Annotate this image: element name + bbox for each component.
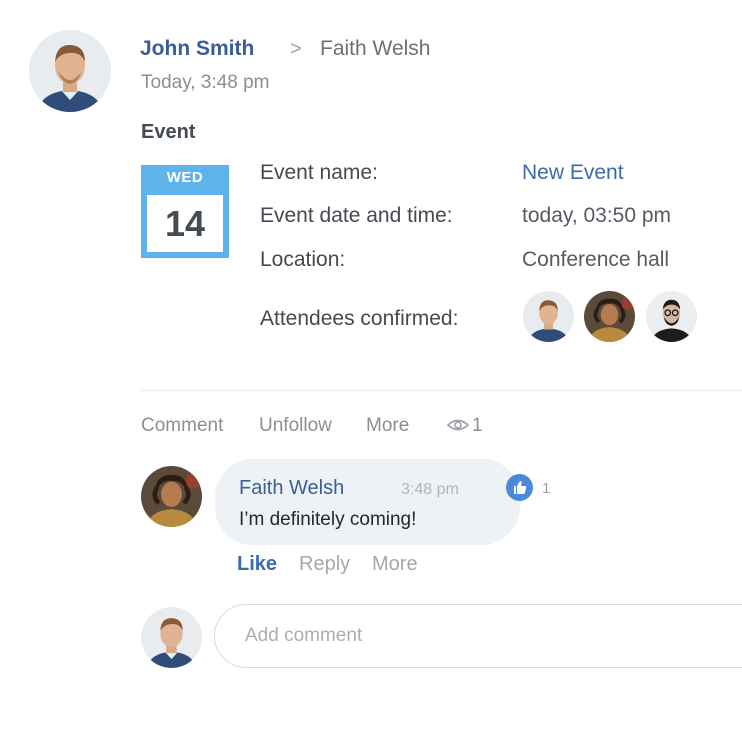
event-name-label: Event name: <box>260 161 378 184</box>
like-count: 1 <box>542 480 551 497</box>
author-avatar[interactable] <box>29 30 111 112</box>
add-comment-input[interactable] <box>214 604 742 668</box>
comment-time: 3:48 pm <box>401 481 459 498</box>
event-datetime-label: Event date and time: <box>260 204 453 227</box>
event-location-label: Location: <box>260 248 346 271</box>
attendees-label: Attendees confirmed: <box>260 307 459 330</box>
comment-more-button[interactable]: More <box>372 553 418 576</box>
more-button[interactable]: More <box>366 415 409 437</box>
thumbs-up-icon <box>506 474 533 501</box>
attendee-avatar[interactable] <box>523 291 574 342</box>
like-button[interactable]: Like <box>237 553 277 576</box>
attendee-avatar[interactable] <box>646 291 697 342</box>
views-count: 1 <box>472 415 483 436</box>
comment-author-link[interactable]: Faith Welsh <box>239 477 344 500</box>
post-time: Today, 3:48 pm <box>141 72 270 93</box>
attendee-avatar[interactable] <box>584 291 635 342</box>
chevron-right-icon: > <box>290 38 302 60</box>
post-type-title: Event <box>141 121 196 143</box>
event-name-link[interactable]: New Event <box>522 161 624 185</box>
current-user-avatar <box>141 607 202 668</box>
eye-icon <box>446 417 470 433</box>
calendar-weekday: WED <box>166 169 204 186</box>
post-author-link[interactable]: John Smith <box>140 37 254 61</box>
event-datetime-value: today, 03:50 pm <box>522 204 672 227</box>
comment-text: I’m definitely coming! <box>239 509 417 530</box>
unfollow-button[interactable]: Unfollow <box>259 415 332 437</box>
post-recipient[interactable]: Faith Welsh <box>320 37 431 61</box>
calendar-icon: WED 14 <box>141 165 229 258</box>
commenter-avatar[interactable] <box>141 466 202 527</box>
divider <box>141 390 742 391</box>
calendar-date: 14 <box>147 195 223 252</box>
comment-bubble <box>215 459 520 545</box>
event-location-value: Conference hall <box>522 248 670 271</box>
reply-button[interactable]: Reply <box>299 553 350 576</box>
comment-button[interactable]: Comment <box>141 415 223 437</box>
